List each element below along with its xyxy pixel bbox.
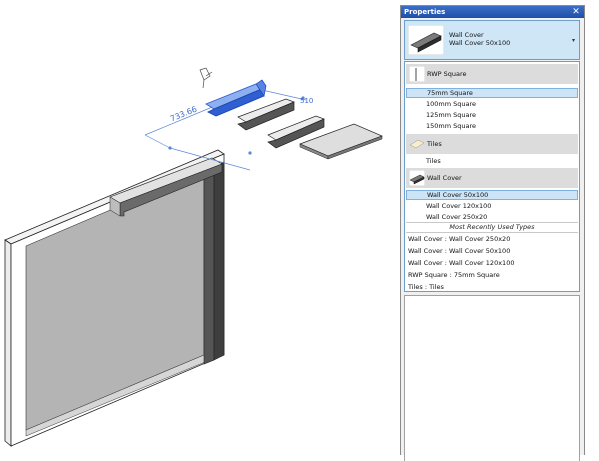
family-header-tiles: Tiles bbox=[406, 134, 578, 154]
family-label: Wall Cover bbox=[427, 174, 462, 182]
mru-item[interactable]: Tiles : Tiles bbox=[406, 282, 578, 291]
wall-jamb-dark bbox=[203, 165, 215, 365]
model-viewport[interactable]: 733.66 510 bbox=[0, 0, 396, 455]
mru-item[interactable]: Wall Cover : Wall Cover 250x20 bbox=[406, 234, 578, 244]
properties-panel: Properties ✕ Wall Cover Wall Cover 50x10… bbox=[400, 5, 585, 461]
dimension-grip-2[interactable] bbox=[248, 151, 252, 155]
rwp-square-icon bbox=[409, 66, 425, 82]
type-item-75mm-square[interactable]: 75mm Square bbox=[406, 88, 578, 98]
type-selector-type: Wall Cover 50x100 bbox=[449, 39, 511, 47]
family-label: Tiles bbox=[427, 140, 442, 148]
wall-cover-icon bbox=[409, 170, 425, 186]
family-header-rwp-square: RWP Square bbox=[406, 64, 578, 84]
chevron-down-icon[interactable]: ▾ bbox=[572, 37, 575, 44]
type-item-wall-cover-50x100[interactable]: Wall Cover 50x100 bbox=[406, 190, 578, 200]
dimension-label-510[interactable]: 510 bbox=[300, 97, 313, 105]
family-header-wall-cover: Wall Cover bbox=[406, 168, 578, 188]
mru-item[interactable]: Wall Cover : Wall Cover 50x100 bbox=[406, 246, 578, 256]
properties-title-bar[interactable]: Properties bbox=[401, 6, 584, 18]
wall-jamb-face bbox=[213, 161, 225, 361]
pin-icon[interactable] bbox=[199, 67, 213, 89]
wall-left-edge bbox=[4, 239, 12, 447]
type-item-wall-cover-120x100[interactable]: Wall Cover 120x100 bbox=[406, 201, 578, 211]
family-label: RWP Square bbox=[427, 70, 467, 78]
mru-item[interactable]: Wall Cover : Wall Cover 120x100 bbox=[406, 258, 578, 268]
type-item-150mm-square[interactable]: 150mm Square bbox=[406, 121, 578, 131]
properties-title: Properties bbox=[404, 8, 446, 16]
type-dropdown-list[interactable]: RWP Square 75mm Square 100mm Square 125m… bbox=[404, 61, 580, 292]
mru-section-title: Most Recently Used Types bbox=[406, 222, 578, 233]
tiles-icon bbox=[409, 139, 425, 149]
type-item-wall-cover-250x20[interactable]: Wall Cover 250x20 bbox=[406, 212, 578, 222]
type-item-125mm-square[interactable]: 125mm Square bbox=[406, 110, 578, 120]
type-item-100mm-square[interactable]: 100mm Square bbox=[406, 99, 578, 109]
properties-body bbox=[404, 295, 580, 461]
dimension-grip-1[interactable] bbox=[168, 146, 172, 150]
type-item-tiles[interactable]: Tiles bbox=[406, 156, 578, 166]
type-selector[interactable]: Wall Cover Wall Cover 50x100 ▾ bbox=[404, 20, 580, 60]
dimension-label-733[interactable]: 733.66 bbox=[169, 105, 198, 124]
viewport-canvas[interactable]: 733.66 510 bbox=[0, 0, 396, 455]
wall-cover-profile-icon bbox=[408, 25, 444, 55]
close-icon[interactable]: ✕ bbox=[571, 6, 581, 18]
type-selector-family: Wall Cover bbox=[449, 31, 484, 39]
mru-item[interactable]: RWP Square : 75mm Square bbox=[406, 270, 578, 280]
